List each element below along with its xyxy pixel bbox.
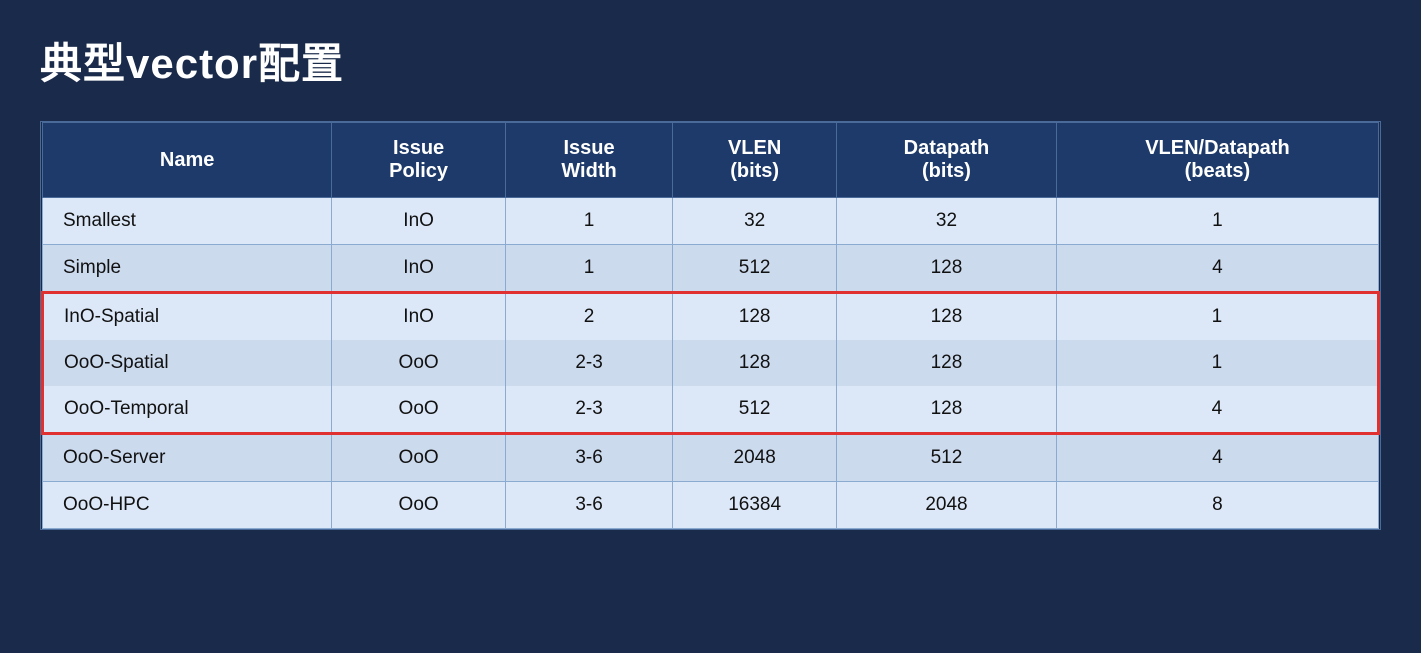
cell-datapath: 128 bbox=[837, 293, 1057, 341]
cell-issue_policy: OoO bbox=[332, 340, 506, 386]
cell-issue_policy: OoO bbox=[332, 434, 506, 482]
cell-name: Smallest bbox=[43, 198, 332, 245]
cell-issue_policy: InO bbox=[332, 198, 506, 245]
cell-datapath: 512 bbox=[837, 434, 1057, 482]
cell-issue_width: 2-3 bbox=[505, 386, 672, 434]
cell-issue_width: 2 bbox=[505, 293, 672, 341]
cell-issue_width: 1 bbox=[505, 198, 672, 245]
cell-vlen: 32 bbox=[673, 198, 837, 245]
col-header-issue-width: IssueWidth bbox=[505, 123, 672, 198]
table-row: OoO-TemporalOoO2-35121284 bbox=[43, 386, 1379, 434]
cell-issue_width: 1 bbox=[505, 245, 672, 293]
cell-vlen: 16384 bbox=[673, 482, 837, 529]
col-header-issue-policy: IssuePolicy bbox=[332, 123, 506, 198]
cell-datapath: 128 bbox=[837, 340, 1057, 386]
page-title: 典型vector配置 bbox=[40, 30, 1381, 91]
cell-issue_policy: InO bbox=[332, 293, 506, 341]
cell-datapath: 32 bbox=[837, 198, 1057, 245]
col-header-vlen: VLEN(bits) bbox=[673, 123, 837, 198]
table-body: SmallestInO132321SimpleInO15121284InO-Sp… bbox=[43, 198, 1379, 529]
table-row: SimpleInO15121284 bbox=[43, 245, 1379, 293]
vector-config-table: Name IssuePolicy IssueWidth VLEN(bits) D… bbox=[41, 122, 1380, 529]
table-row: OoO-ServerOoO3-620485124 bbox=[43, 434, 1379, 482]
cell-vlen_datapath: 4 bbox=[1056, 434, 1378, 482]
cell-vlen_datapath: 4 bbox=[1056, 386, 1378, 434]
cell-datapath: 2048 bbox=[837, 482, 1057, 529]
cell-datapath: 128 bbox=[837, 245, 1057, 293]
cell-vlen_datapath: 8 bbox=[1056, 482, 1378, 529]
cell-name: InO-Spatial bbox=[43, 293, 332, 341]
cell-vlen_datapath: 4 bbox=[1056, 245, 1378, 293]
cell-issue_width: 2-3 bbox=[505, 340, 672, 386]
cell-name: Simple bbox=[43, 245, 332, 293]
cell-datapath: 128 bbox=[837, 386, 1057, 434]
col-header-datapath: Datapath(bits) bbox=[837, 123, 1057, 198]
cell-vlen: 512 bbox=[673, 386, 837, 434]
cell-vlen: 2048 bbox=[673, 434, 837, 482]
table-row: InO-SpatialInO21281281 bbox=[43, 293, 1379, 341]
table-header-row: Name IssuePolicy IssueWidth VLEN(bits) D… bbox=[43, 123, 1379, 198]
cell-issue_policy: OoO bbox=[332, 482, 506, 529]
cell-issue_width: 3-6 bbox=[505, 482, 672, 529]
main-table-container: Name IssuePolicy IssueWidth VLEN(bits) D… bbox=[40, 121, 1381, 530]
cell-issue_policy: InO bbox=[332, 245, 506, 293]
cell-name: OoO-Temporal bbox=[43, 386, 332, 434]
cell-vlen: 512 bbox=[673, 245, 837, 293]
table-row: OoO-HPCOoO3-61638420488 bbox=[43, 482, 1379, 529]
cell-vlen_datapath: 1 bbox=[1056, 293, 1378, 341]
cell-vlen_datapath: 1 bbox=[1056, 198, 1378, 245]
cell-vlen: 128 bbox=[673, 340, 837, 386]
table-row: OoO-SpatialOoO2-31281281 bbox=[43, 340, 1379, 386]
cell-name: OoO-HPC bbox=[43, 482, 332, 529]
cell-name: OoO-Server bbox=[43, 434, 332, 482]
table-row: SmallestInO132321 bbox=[43, 198, 1379, 245]
col-header-name: Name bbox=[43, 123, 332, 198]
cell-issue_policy: OoO bbox=[332, 386, 506, 434]
cell-issue_width: 3-6 bbox=[505, 434, 672, 482]
cell-name: OoO-Spatial bbox=[43, 340, 332, 386]
col-header-vlen-datapath: VLEN/Datapath(beats) bbox=[1056, 123, 1378, 198]
cell-vlen: 128 bbox=[673, 293, 837, 341]
cell-vlen_datapath: 1 bbox=[1056, 340, 1378, 386]
